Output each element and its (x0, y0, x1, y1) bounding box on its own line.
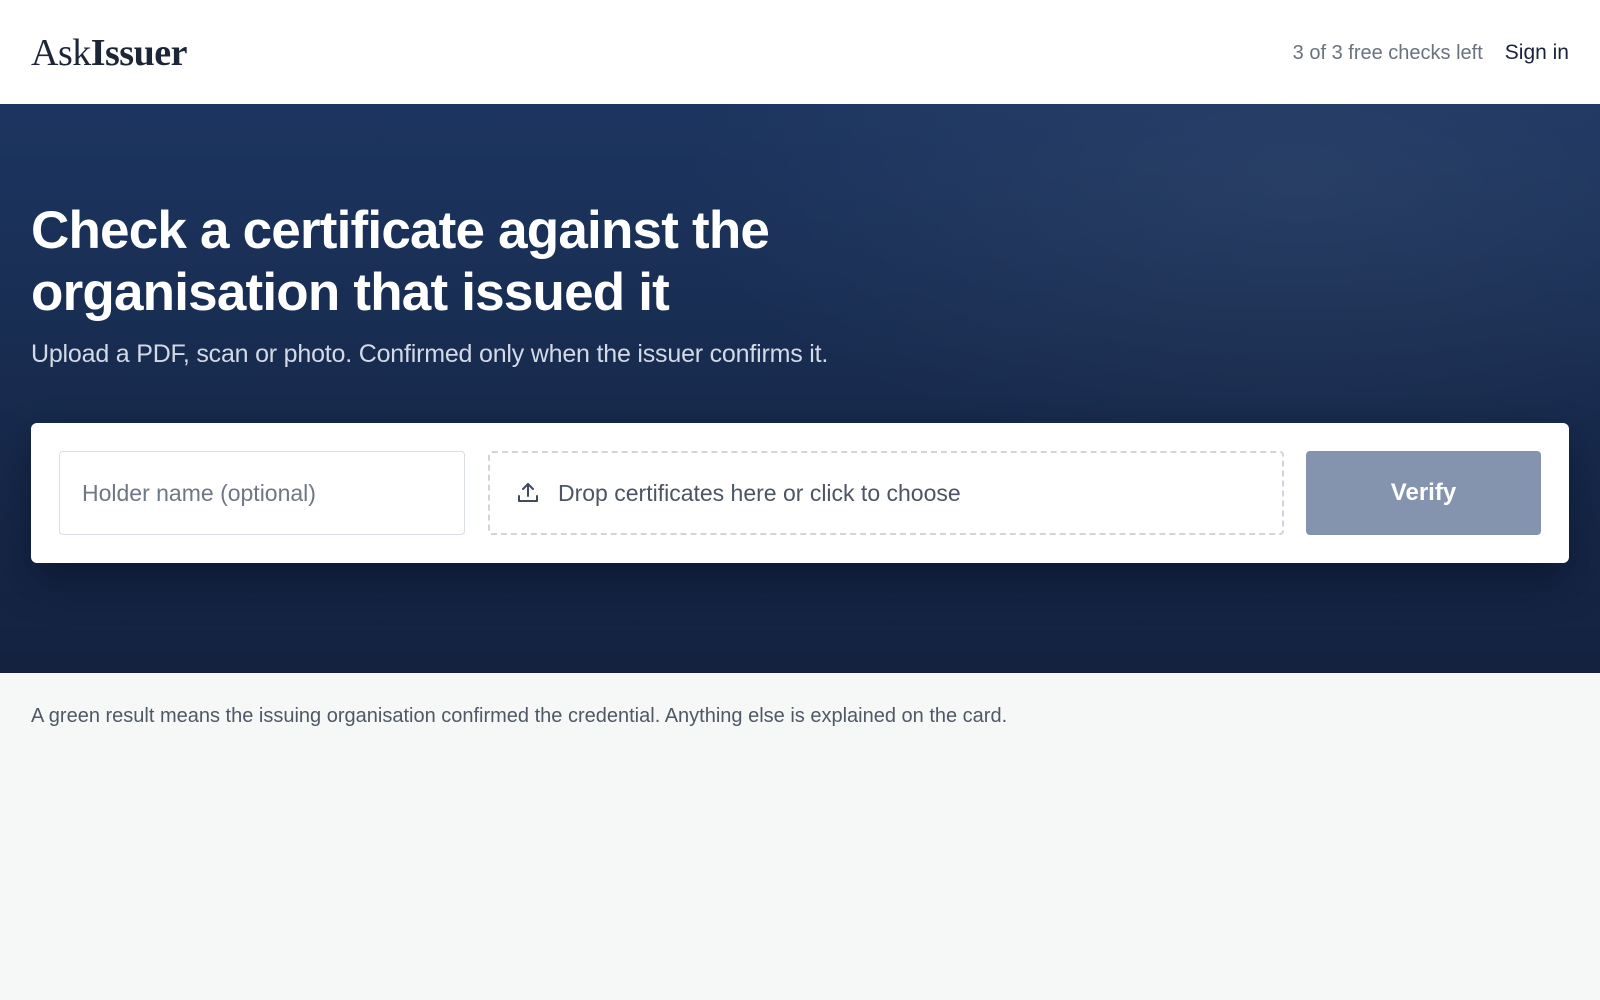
certificate-dropzone[interactable]: Drop certificates here or click to choos… (488, 451, 1284, 535)
holder-name-input[interactable] (59, 451, 465, 535)
logo-text-ask: Ask (31, 32, 91, 74)
verify-button[interactable]: Verify (1306, 451, 1541, 535)
result-explanation-note: A green result means the issuing organis… (31, 705, 1008, 727)
logo-text-issuer: Issuer (90, 32, 188, 74)
upload-card: Drop certificates here or click to choos… (31, 423, 1569, 563)
sign-in-link[interactable]: Sign in (1505, 41, 1569, 65)
hero-section: Check a certificate against the organisa… (0, 104, 1600, 673)
hero-subtitle: Upload a PDF, scan or photo. Confirmed o… (31, 340, 829, 368)
hero-title: Check a certificate against the organisa… (31, 201, 770, 322)
top-bar: AskIssuer 3 of 3 free checks left Sign i… (0, 0, 1600, 104)
free-checks-counter: 3 of 3 free checks left (1292, 41, 1483, 64)
app-logo[interactable]: AskIssuer (31, 29, 187, 75)
header-actions: 3 of 3 free checks left Sign in (1293, 39, 1569, 65)
upload-icon (516, 481, 540, 505)
dropzone-label: Drop certificates here or click to choos… (558, 479, 961, 506)
